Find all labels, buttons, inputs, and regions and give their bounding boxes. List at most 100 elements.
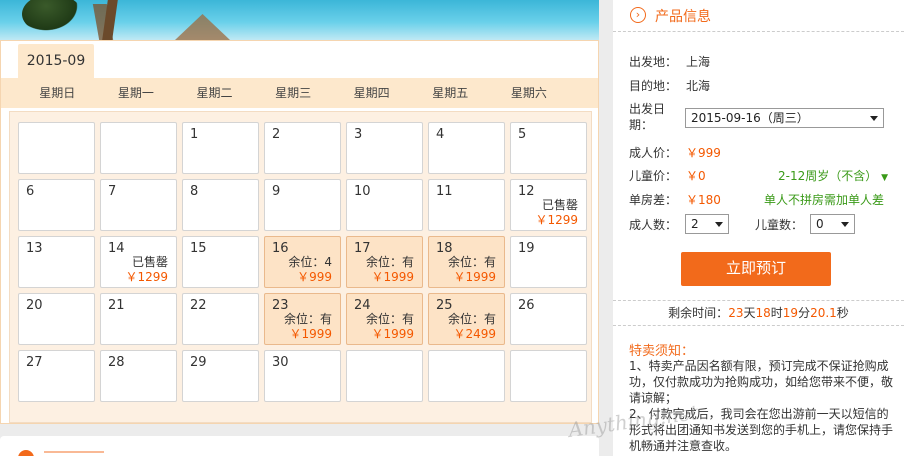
day-price: ￥2499 <box>453 327 496 341</box>
child-note-text: 2-12周岁（不含） <box>778 169 878 183</box>
calendar-day-cell: 26 <box>510 293 587 345</box>
calendar-day-cell: 20 <box>18 293 95 345</box>
departure-date-value: 2015-09-16（周三） <box>691 111 809 125</box>
weekday-label: 星期日 <box>39 86 76 100</box>
date-label-line2: 期： <box>629 118 654 132</box>
day-number: 28 <box>108 355 125 370</box>
child-price-label: 儿童价： <box>629 169 678 183</box>
countdown-seconds: 20.1 <box>810 306 837 320</box>
departure-date-select[interactable]: 2015-09-16（周三） <box>685 108 884 128</box>
calendar-day-cell: 12 已售罄 ￥1299 <box>510 179 587 231</box>
calendar-day-cell[interactable]: 17 余位：有 ￥1999 <box>346 236 423 288</box>
day-number: 1 <box>190 127 199 142</box>
calendar-day-cell: 1 <box>182 122 259 174</box>
countdown-days-unit: 天 <box>743 306 756 320</box>
calendar-day-cell: 21 <box>100 293 177 345</box>
departure-label: 出发地： <box>629 55 678 69</box>
day-number: 8 <box>190 184 199 199</box>
calendar-day-cell[interactable]: 16 余位：4 ￥999 <box>264 236 341 288</box>
calendar-empty-cell <box>18 122 95 174</box>
calendar-day-cell: 28 <box>100 350 177 402</box>
chevron-down-icon <box>870 116 878 121</box>
day-number: 4 <box>436 127 445 142</box>
calendar-day-cell[interactable]: 25 余位：有 ￥2499 <box>428 293 505 345</box>
calendar-day-cell: 29 <box>182 350 259 402</box>
adult-price-label: 成人价： <box>629 146 678 160</box>
countdown-seconds-unit: 秒 <box>836 306 849 320</box>
day-price: ￥1999 <box>453 270 496 284</box>
chevron-down-icon <box>715 222 723 227</box>
caret-down-icon: ▼ <box>881 173 888 183</box>
adult-price-row: 成人价： ￥999 <box>629 144 721 161</box>
day-number: 13 <box>26 241 43 256</box>
countdown-minutes-unit: 分 <box>798 306 811 320</box>
adult-price-value: ￥999 <box>686 146 721 160</box>
departure-row: 出发地： 上海 <box>629 53 710 70</box>
weekday-label: 星期四 <box>353 86 390 100</box>
day-number: 15 <box>190 241 207 256</box>
beach-hut <box>175 14 230 40</box>
calendar-day-cell: 9 <box>264 179 341 231</box>
calendar-empty-cell <box>428 350 505 402</box>
day-number: 20 <box>26 298 43 313</box>
notice-line-2: 2、付款完成后，我司会在您出游前一天以短信的形式将出团通知书发送到您的手机上，请… <box>629 407 894 453</box>
single-room-row: 单房差： ￥180 <box>629 191 721 208</box>
weekday-label: 星期二 <box>196 86 233 100</box>
section-title-cut <box>44 451 104 456</box>
child-age-note[interactable]: 2-12周岁（不含） ▼ <box>778 167 888 184</box>
day-price: ￥1299 <box>535 213 578 227</box>
next-section-header <box>0 436 599 456</box>
calendar: 2015-09 星期日 星期一 星期二 星期三 星期四 星期五 星期六 12 3 4… <box>0 40 599 424</box>
departure-value: 上海 <box>686 55 711 69</box>
day-number: 30 <box>272 355 289 370</box>
day-number: 3 <box>354 127 363 142</box>
day-number: 22 <box>190 298 207 313</box>
calendar-grid: 1 2 3 4 5 6 7 8 9 10 11 12 已售罄 ￥1299 13 14 已售罄 ￥1299 15 16 余… <box>18 122 587 402</box>
single-room-note: 单人不拼房需加单人差 <box>764 193 885 207</box>
banner-image <box>0 0 599 40</box>
weekday-label: 星期六 <box>510 86 547 100</box>
calendar-day-cell[interactable]: 24 余位：有 ￥1999 <box>346 293 423 345</box>
single-room-label: 单房差： <box>629 193 678 207</box>
palm-leaves <box>22 0 82 34</box>
destination-row: 目的地： 北海 <box>629 77 710 94</box>
calendar-day-cell: 13 <box>18 236 95 288</box>
calendar-day-cell[interactable]: 23 余位：有 ￥1999 <box>264 293 341 345</box>
day-number: 11 <box>436 184 453 199</box>
day-number: 19 <box>518 241 535 256</box>
countdown-hours: 18 <box>755 306 771 320</box>
day-number: 6 <box>26 184 35 199</box>
book-now-button[interactable]: 立即预订 <box>681 252 831 286</box>
day-price: ￥1299 <box>125 270 168 284</box>
day-price: ￥1999 <box>371 327 414 341</box>
destination-label: 目的地： <box>629 79 678 93</box>
calendar-day-cell: 22 <box>182 293 259 345</box>
calendar-day-cell: 19 <box>510 236 587 288</box>
day-price: ￥1999 <box>289 327 332 341</box>
month-tab[interactable]: 2015-09 <box>18 44 94 78</box>
calendar-day-cell[interactable]: 18 余位：有 ￥1999 <box>428 236 505 288</box>
calendar-day-cell: 3 <box>346 122 423 174</box>
child-price-value: ￥0 <box>686 169 706 183</box>
adult-count-select[interactable]: 2 <box>685 214 729 234</box>
day-number: 7 <box>108 184 117 199</box>
date-label-line1: 出发日 <box>629 102 666 116</box>
panel-header: › 产品信息 <box>613 0 904 32</box>
date-label: 出发日 期： <box>629 101 665 133</box>
day-number: 29 <box>190 355 207 370</box>
section-icon <box>18 450 34 456</box>
calendar-day-cell: 15 <box>182 236 259 288</box>
calendar-day-cell: 14 已售罄 ￥1299 <box>100 236 177 288</box>
notice-body: 1、特卖产品因名额有限，预订完成不保证抢购成功，仅付款成功为抢购成功，如给您带来… <box>629 358 897 454</box>
day-number: 12 <box>518 184 535 199</box>
day-number: 14 <box>108 241 125 256</box>
day-number: 27 <box>26 355 43 370</box>
weekday-header: 星期日 星期一 星期二 星期三 星期四 星期五 星期六 <box>1 78 598 108</box>
child-count-value: 0 <box>816 217 824 231</box>
child-count-select[interactable]: 0 <box>810 214 855 234</box>
day-number: 5 <box>518 127 527 142</box>
day-number: 9 <box>272 184 281 199</box>
day-number: 10 <box>354 184 371 199</box>
chevron-right-circle-icon: › <box>630 7 646 23</box>
adult-count-value: 2 <box>691 217 699 231</box>
